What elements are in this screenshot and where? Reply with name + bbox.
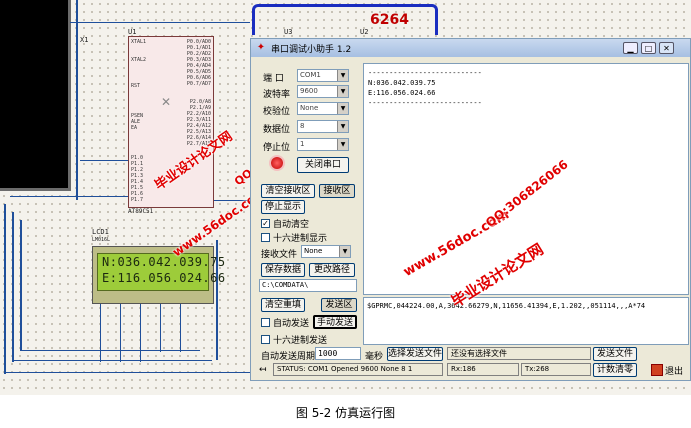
hex-send-checkbox[interactable]: [261, 335, 270, 344]
serial-assistant-window: ✦ 串口调试小助手 1.2 ▁ □ ✕ 端 口 COM1 ▼ 波特率 9600 ▼ …: [250, 38, 691, 381]
chevron-down-icon: ▼: [337, 86, 348, 97]
auto-send-checkbox[interactable]: [261, 318, 270, 327]
lcd-module: N:036.042.039.75 E:116.056.024.66: [92, 246, 226, 304]
chevron-down-icon: ▼: [337, 139, 348, 150]
hex-display-checkbox[interactable]: [261, 233, 270, 242]
u1-pin-left-2: RST: [131, 83, 141, 89]
stopbits-label: 停止位: [263, 143, 291, 153]
port-select-value: COM1: [300, 71, 321, 79]
stopbits-select-value: 1: [300, 140, 305, 148]
auto-send-period-label: 自动发送周期: [261, 352, 316, 362]
u1-pin-left-1: XTAL2: [131, 57, 147, 63]
baud-select[interactable]: 9600 ▼: [297, 85, 349, 98]
send-file-button[interactable]: 发送文件: [593, 347, 637, 361]
baud-select-value: 9600: [300, 87, 318, 95]
port-label: 端 口: [263, 74, 284, 84]
exit-icon: [651, 364, 663, 376]
exit-button[interactable]: 退出: [665, 364, 683, 377]
app-icon: ✦: [256, 42, 266, 53]
close-port-button[interactable]: 关闭串口: [297, 157, 349, 173]
send-textarea[interactable]: $GPRMC,044224.00,A,3642.66279,N,11656.41…: [363, 297, 689, 345]
ms-label: 毫秒: [365, 352, 384, 362]
receive-textarea[interactable]: --------------------------- N:036.042.03…: [363, 63, 689, 295]
lcd-screen: N:036.042.039.75 E:116.056.024.66: [97, 253, 226, 291]
databits-select[interactable]: 8 ▼: [297, 120, 349, 133]
lcd-part: LM016L: [92, 237, 111, 243]
chip-cross-mark: ✕: [161, 95, 172, 109]
auto-clear-label: 自动清空: [273, 220, 310, 230]
clear-count-button[interactable]: 计数清零: [593, 363, 637, 377]
baud-label: 波特率: [263, 90, 291, 100]
u1-pin-left-0: XTAL1: [131, 39, 147, 45]
u1-pin-left-5: EA: [131, 125, 138, 131]
receive-area-button[interactable]: 接收区: [319, 184, 355, 198]
manual-send-button[interactable]: 手动发送: [313, 315, 357, 329]
status-bar-text: STATUS: COM1 Opened 9600 None 8 1: [273, 363, 443, 376]
minimize-button[interactable]: ▁: [623, 42, 638, 54]
lcd-line-2: E:116.056.024.66: [102, 271, 226, 285]
close-window-button[interactable]: ✕: [659, 42, 674, 54]
databits-label: 数据位: [263, 125, 291, 135]
send-area-button[interactable]: 发送区: [321, 298, 357, 312]
hex-display-label: 十六进制显示: [273, 234, 328, 244]
clear-receive-button[interactable]: 清空接收区: [261, 184, 315, 198]
lcd-line-1: N:036.042.039.75: [102, 255, 226, 269]
ram-6264-label: 6264: [370, 12, 409, 28]
port-status-led-icon: [271, 157, 283, 169]
auto-send-label: 自动发送: [273, 319, 310, 329]
receive-file-label: 接收文件: [261, 250, 298, 260]
auto-clear-checkbox[interactable]: ✓: [261, 219, 270, 228]
parity-select-value: None: [300, 104, 319, 112]
hex-send-label: 十六进制发送: [273, 336, 328, 346]
period-input[interactable]: 1000: [315, 347, 361, 360]
title-bar[interactable]: ✦ 串口调试小助手 1.2 ▁ □ ✕: [251, 39, 690, 57]
u1-pin-right-15: P2.7/A15: [186, 141, 211, 147]
address-bus: [252, 4, 438, 35]
save-path-field[interactable]: C:\COMDATA\: [259, 279, 357, 292]
rx-counter: Rx:186: [447, 363, 519, 376]
parity-label: 校验位: [263, 107, 291, 117]
lcd-label: LCD1: [92, 228, 109, 236]
parity-select[interactable]: None ▼: [297, 102, 349, 115]
chevron-down-icon: ▼: [337, 121, 348, 132]
port-select[interactable]: COM1 ▼: [297, 69, 349, 82]
stop-display-button[interactable]: 停止显示: [261, 200, 305, 214]
chevron-down-icon: ▼: [337, 103, 348, 114]
chip-u1-part: AT89C51: [128, 208, 154, 215]
clear-refill-button[interactable]: 清空重填: [261, 298, 305, 312]
databits-select-value: 8: [300, 122, 305, 130]
stopbits-select[interactable]: 1 ▼: [297, 138, 349, 151]
tx-counter: Tx:268: [521, 363, 591, 376]
chevron-down-icon: ▼: [337, 70, 348, 81]
window-title: 串口调试小助手 1.2: [271, 45, 352, 55]
selected-file-status: 还没有选择文件: [447, 347, 591, 360]
pin-icon: ↤: [259, 365, 267, 375]
crystal-label: X1: [80, 36, 89, 44]
u1-pin-left-13: P1.7: [131, 197, 144, 203]
chip-u1: XTAL1 XTAL2 RST PSEN ALE EA P1.0 P1.1 P1.2 P1.3 P1…: [128, 36, 214, 208]
chip-u1-label: U1: [128, 28, 137, 36]
change-path-button[interactable]: 更改路径: [309, 263, 355, 277]
maximize-button[interactable]: □: [641, 42, 656, 54]
chevron-down-icon: ▼: [339, 246, 350, 257]
receive-file-select[interactable]: None ▼: [301, 245, 351, 258]
save-data-button[interactable]: 保存数据: [261, 263, 305, 277]
receive-file-value: None: [304, 247, 323, 255]
figure-caption: 图 5-2 仿真运行图: [295, 406, 396, 420]
choose-send-file-button[interactable]: 选择发送文件: [387, 347, 443, 361]
u1-pin-right-7: P0.7/AD7: [186, 81, 211, 87]
virtual-terminal-panel: [0, 0, 71, 191]
